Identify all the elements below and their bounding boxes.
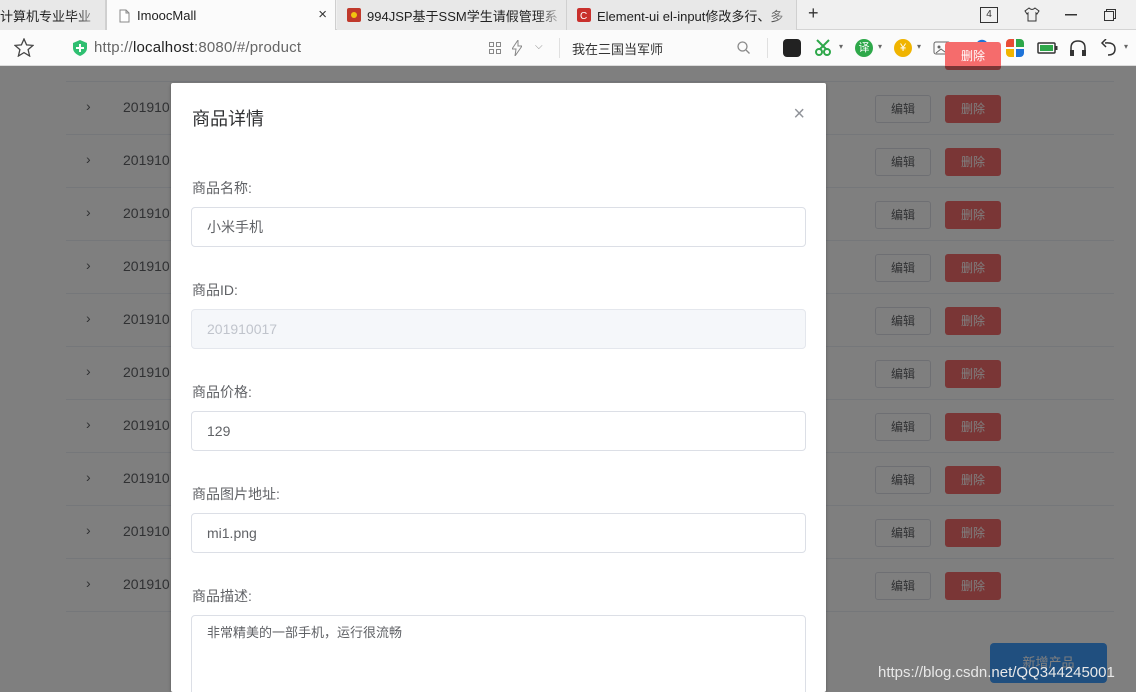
- product-detail-dialog: 商品详情 × 商品名称: 小米手机 商品ID: 201910017 商品价格: …: [171, 83, 826, 692]
- tab-4[interactable]: C Element-ui el-input修改多行、多: [567, 0, 797, 30]
- browser-tab-bar: 计算机专业毕业 ImoocMall × 994JSP基于SSM学生请假管理系 C…: [0, 0, 1136, 31]
- product-price-input[interactable]: 129: [191, 411, 806, 451]
- tab-label: ImoocMall: [137, 8, 197, 23]
- new-tab-button[interactable]: +: [808, 3, 819, 24]
- product-image-input[interactable]: mi1.png: [191, 513, 806, 553]
- favorite-star-icon[interactable]: [14, 38, 34, 57]
- site-favicon-icon: [347, 8, 361, 22]
- csdn-watermark: https://blog.csdn.net/QQ344245001: [878, 664, 1115, 681]
- close-icon[interactable]: ×: [793, 104, 805, 124]
- tab-count-badge[interactable]: 4: [980, 7, 998, 23]
- close-tab-icon[interactable]: ×: [318, 7, 327, 22]
- chevron-down-icon[interactable]: ▾: [1124, 42, 1128, 51]
- tab-label: 994JSP基于SSM学生请假管理系: [367, 8, 558, 24]
- description-label: 商品描述:: [192, 588, 252, 604]
- restore-icon[interactable]: [1104, 9, 1116, 21]
- image-label: 商品图片地址:: [192, 486, 280, 502]
- name-label: 商品名称:: [192, 180, 252, 196]
- svg-text:C: C: [580, 11, 587, 22]
- skin-shirt-icon[interactable]: [1024, 7, 1040, 22]
- page-icon: [119, 9, 130, 22]
- product-name-input[interactable]: 小米手机: [191, 207, 806, 247]
- dialog-title: 商品详情: [192, 109, 264, 129]
- product-description-textarea[interactable]: 非常精美的一部手机，运行很流畅: [191, 615, 806, 692]
- minimize-icon[interactable]: [1065, 14, 1077, 16]
- tab-1[interactable]: 计算机专业毕业: [0, 0, 106, 30]
- price-label: 商品价格:: [192, 384, 252, 400]
- tab-3[interactable]: 994JSP基于SSM学生请假管理系: [337, 0, 567, 30]
- tab-label: Element-ui el-input修改多行、多: [597, 8, 784, 24]
- tab-imoocmall[interactable]: ImoocMall ×: [106, 0, 336, 31]
- id-label: 商品ID:: [192, 282, 238, 298]
- csdn-favicon-icon: C: [577, 8, 591, 22]
- product-id-input: 201910017: [191, 309, 806, 349]
